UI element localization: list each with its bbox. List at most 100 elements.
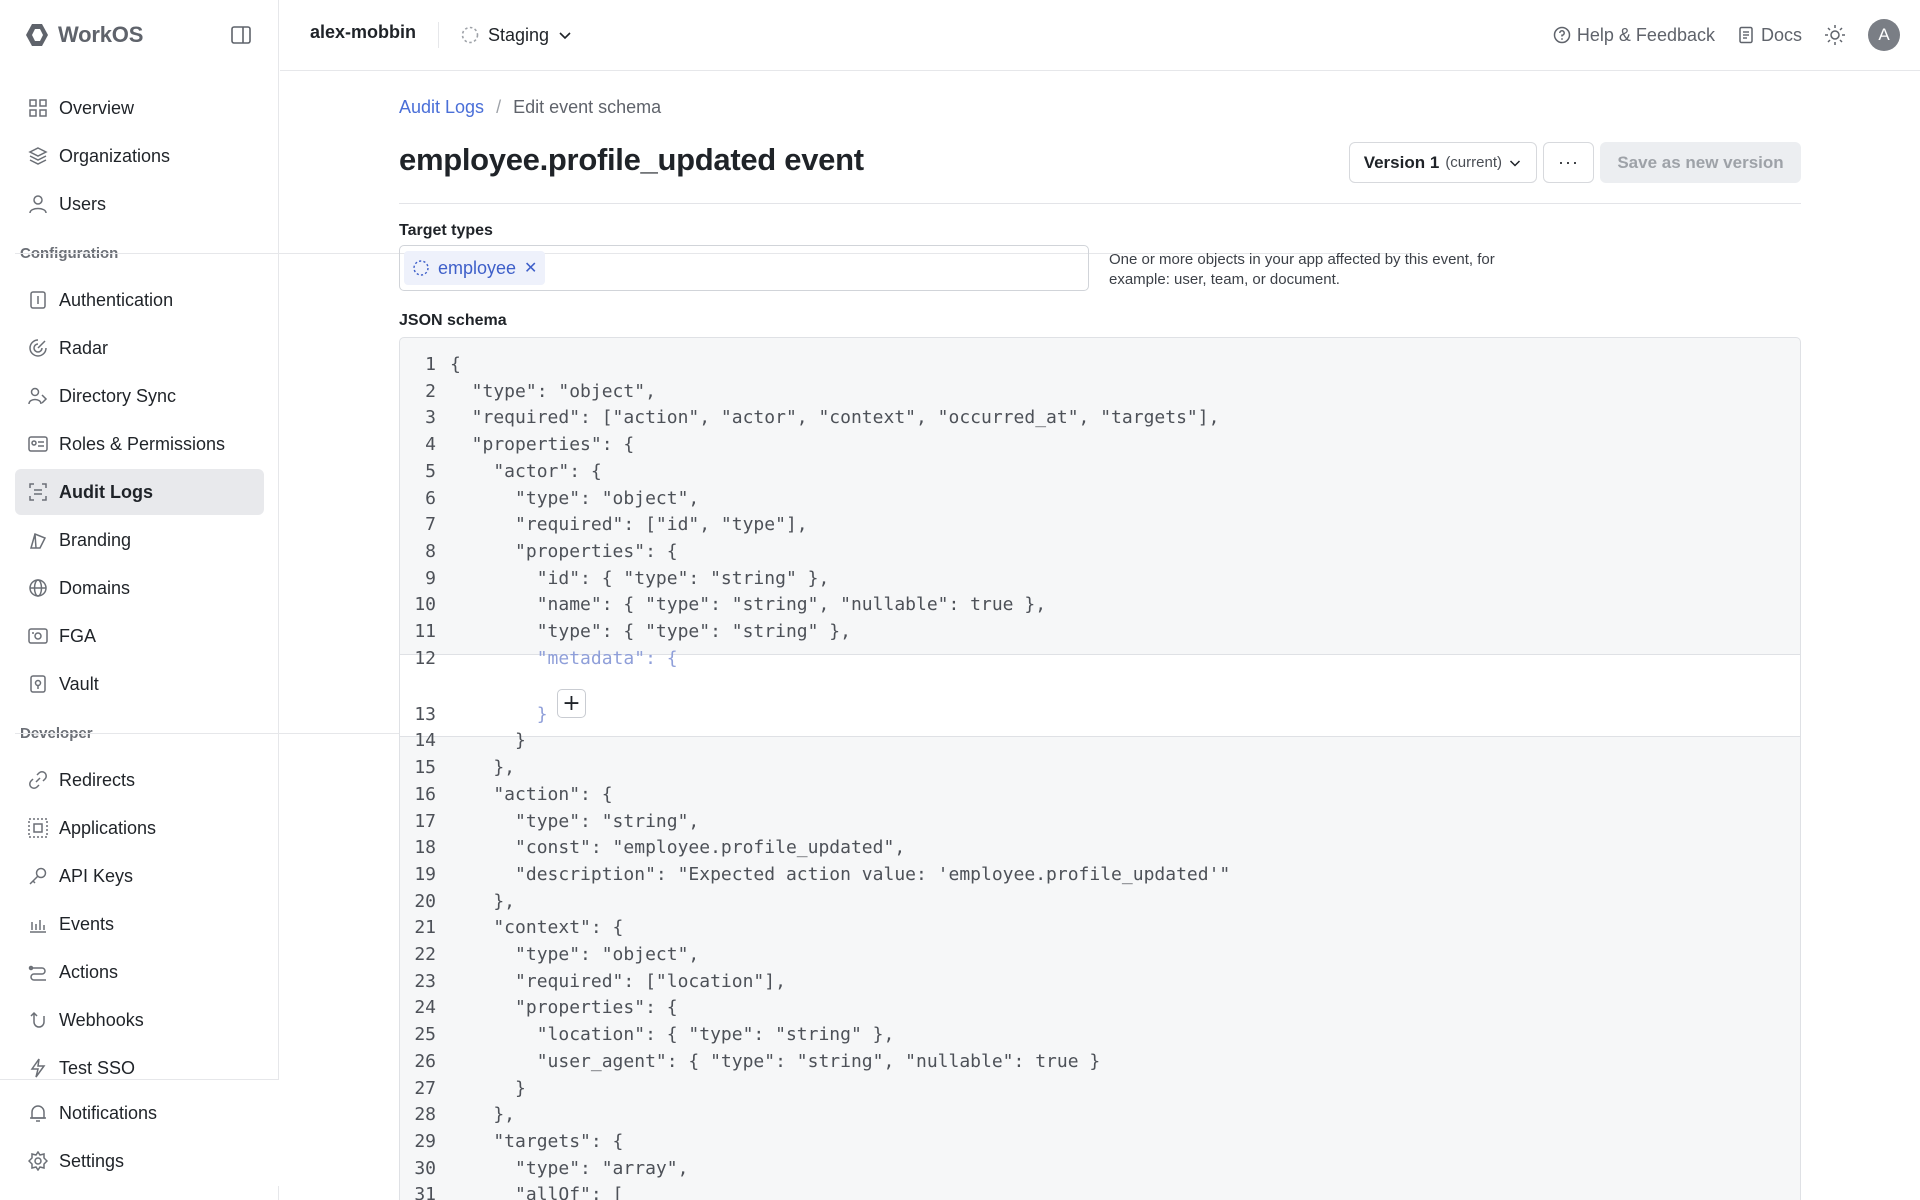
sidebar-item-redirects[interactable]: Redirects <box>15 757 264 803</box>
avatar[interactable]: A <box>1868 19 1900 51</box>
sidebar-item-label: Redirects <box>59 769 136 790</box>
sidebar-item-settings[interactable]: Settings <box>15 1138 264 1184</box>
code-line: 29 "targets": { <box>400 1128 1800 1155</box>
line-text: "name": { "type": "string", "nullable": … <box>450 594 1047 615</box>
breadcrumb-audit-logs[interactable]: Audit Logs <box>399 97 484 118</box>
org-switcher[interactable]: alex-mobbin <box>310 22 416 43</box>
line-number: 7 <box>425 514 436 535</box>
sidebar-footer: Notifications Settings <box>0 1079 279 1186</box>
sidebar-item-label: Overview <box>59 97 135 118</box>
docs-link[interactable]: Docs <box>1737 25 1802 46</box>
code-line: 10 "name": { "type": "string", "nullable… <box>400 591 1800 618</box>
user-icon <box>27 193 49 215</box>
bell-icon <box>27 1102 49 1124</box>
help-feedback-link[interactable]: Help & Feedback <box>1553 25 1715 46</box>
sidebar-item-label: Directory Sync <box>59 385 177 406</box>
brand[interactable]: WorkOS <box>24 20 143 50</box>
sidebar-item-label: Branding <box>59 529 132 550</box>
version-label: Version 1 <box>1363 152 1440 172</box>
code-line: 28 }, <box>400 1101 1800 1128</box>
sidebar-item-audit-logs[interactable]: Audit Logs <box>15 469 264 515</box>
sidebar-item-users[interactable]: Users <box>15 181 264 227</box>
code-line: 21 "context": { <box>400 914 1800 941</box>
sidebar-item-fga[interactable]: FGA <box>15 613 264 659</box>
line-text: "const": "employee.profile_updated", <box>450 837 906 858</box>
dashed-circle-icon <box>413 260 429 276</box>
line-number: 9 <box>425 568 436 589</box>
code-line: 19 "description": "Expected action value… <box>400 861 1800 888</box>
line-number: 2 <box>425 381 436 402</box>
code-line: 3 "required": ["action", "actor", "conte… <box>400 404 1800 431</box>
environment-switcher[interactable]: Staging <box>460 20 573 50</box>
sidebar-item-authentication[interactable]: Authentication <box>15 277 264 323</box>
sidebar-toggle-icon[interactable] <box>230 24 252 46</box>
sidebar-item-label: Applications <box>59 817 157 838</box>
document-icon <box>1739 26 1753 44</box>
line-number: 17 <box>414 811 436 832</box>
webhook-icon <box>27 1009 49 1031</box>
sidebar-item-vault[interactable]: Vault <box>15 661 264 707</box>
line-text: }, <box>450 757 516 778</box>
save-as-new-version-button[interactable]: Save as new version <box>1600 142 1801 183</box>
sidebar-item-label: Webhooks <box>59 1009 144 1030</box>
sidebar-item-organizations[interactable]: Organizations <box>15 133 264 179</box>
code-line: 22 "type": "object", <box>400 941 1800 968</box>
events-icon <box>27 913 49 935</box>
line-text: "action": { <box>450 784 613 805</box>
line-text: "properties": { <box>450 434 635 455</box>
sidebar-item-overview[interactable]: Overview <box>15 85 264 131</box>
line-text: "required": ["action", "actor", "context… <box>450 407 1220 428</box>
sidebar-item-actions[interactable]: Actions <box>15 949 264 995</box>
header-divider <box>399 203 1801 204</box>
code-line: 5 "actor": { <box>400 458 1800 485</box>
json-schema-editor[interactable]: 1{ 2 "type": "object", 3 "required": ["act… <box>399 337 1801 1200</box>
chevron-down-icon <box>559 32 571 40</box>
line-text: "id": { "type": "string" }, <box>450 568 830 589</box>
version-current-label: (current) <box>1445 154 1502 171</box>
sidebar-item-webhooks[interactable]: Webhooks <box>15 997 264 1043</box>
code-line: 20 }, <box>400 888 1800 915</box>
code-line: 26 "user_agent": { "type": "string", "nu… <box>400 1048 1800 1075</box>
sidebar-item-domains[interactable]: Domains <box>15 565 264 611</box>
line-number: 4 <box>425 434 436 455</box>
add-property-button[interactable]: + <box>557 689 586 718</box>
code-line: 15 }, <box>400 754 1800 781</box>
sidebar-item-applications[interactable]: Applications <box>15 805 264 851</box>
key-box-icon <box>27 289 49 311</box>
line-text: "location": { "type": "string" }, <box>450 1024 895 1045</box>
code-line: 1{ <box>400 351 1800 378</box>
sidebar-item-radar[interactable]: Radar <box>15 325 264 371</box>
line-number: 1 <box>425 354 436 375</box>
bolt-icon <box>27 1057 49 1079</box>
sidebar-item-events[interactable]: Events <box>15 901 264 947</box>
version-select[interactable]: Version 1 (current) <box>1348 142 1537 183</box>
code-line: 7 "required": ["id", "type"], <box>400 511 1800 538</box>
code-line: 12 "metadata": { <box>400 645 1800 672</box>
line-text: "type": "object", <box>450 944 700 965</box>
more-options-button[interactable]: ··· <box>1543 142 1594 183</box>
line-number: 28 <box>414 1104 436 1125</box>
ellipsis-icon: ··· <box>1558 152 1579 172</box>
remove-chip-icon[interactable]: ✕ <box>524 258 537 278</box>
line-text: "type": { "type": "string" }, <box>450 621 851 642</box>
vault-icon <box>27 673 49 695</box>
json-schema-label: JSON schema <box>399 312 507 329</box>
sidebar-item-notifications[interactable]: Notifications <box>15 1090 264 1136</box>
sun-icon[interactable] <box>1824 24 1846 46</box>
line-number: 29 <box>414 1131 436 1152</box>
sidebar-item-branding[interactable]: Branding <box>15 517 264 563</box>
sidebar-item-api-keys[interactable]: API Keys <box>15 853 264 899</box>
line-text: "user_agent": { "type": "string", "nulla… <box>450 1051 1101 1072</box>
gear-icon <box>27 1150 49 1172</box>
line-number: 25 <box>414 1024 436 1045</box>
sidebar-item-roles-permissions[interactable]: Roles & Permissions <box>15 421 264 467</box>
line-number: 10 <box>414 594 436 615</box>
app-icon <box>27 817 49 839</box>
line-text: "description": "Expected action value: '… <box>450 864 1231 885</box>
target-types-input[interactable]: employee ✕ <box>399 245 1089 291</box>
help-circle-icon <box>1553 26 1571 44</box>
sidebar-item-directory-sync[interactable]: Directory Sync <box>15 373 264 419</box>
code-line: 27 } <box>400 1075 1800 1102</box>
target-type-chip[interactable]: employee ✕ <box>404 251 546 285</box>
sidebar-item-label: Users <box>59 193 107 214</box>
